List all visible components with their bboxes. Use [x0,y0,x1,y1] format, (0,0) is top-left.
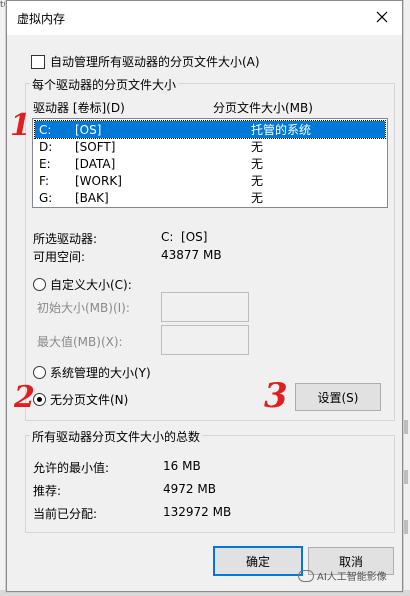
background-scroll-mark [404,420,408,434]
drive-paging-size: 无 [251,191,264,205]
selected-drive-value: C: [OS] [161,230,208,244]
recommended-value: 4972 MB [163,482,216,496]
background-scroll-mark [404,520,408,534]
drive-row-g[interactable]: G: [BAK] 无 [35,189,385,206]
current-allocated-value: 132972 MB [163,505,232,519]
drive-list[interactable]: C: [OS] 托管的系统 D: [SOFT] 无 E: [DATA] 无 F:… [32,118,388,208]
drive-volume-label: [BAK] [75,190,109,205]
min-allowed-value: 16 MB [163,459,201,473]
custom-size-radio[interactable]: 自定义大小(C): [33,276,132,293]
selected-drive-label: 所选驱动器: [33,232,98,246]
totals-group-label: 所有驱动器分页文件大小的总数 [30,428,203,445]
ok-button[interactable]: 确定 [213,546,303,576]
no-paging-radio[interactable]: 无分页文件(N) [33,391,128,408]
drive-paging-size: 无 [251,174,264,188]
drive-paging-size: 无 [251,140,264,154]
drive-letter: E: [39,156,51,171]
system-managed-label: 系统管理的大小(Y) [50,366,151,380]
background-scroll-mark [404,470,408,484]
close-icon [376,11,388,23]
current-allocated-label: 当前已分配: [33,507,98,521]
drive-volume-label: [WORK] [75,173,122,188]
drive-letter: D: [39,139,53,154]
dialog-title: 虚拟内存 [17,12,66,26]
max-size-input[interactable] [161,325,249,355]
close-button[interactable] [368,5,396,29]
max-size-label: 最大值(MB)(X): [37,335,123,349]
list-header-size[interactable]: 分页文件大小(MB) [213,99,313,116]
red-annotation-1: 1 [10,108,31,143]
drive-volume-label: [DATA] [75,156,116,171]
initial-size-label: 初始大小(MB)(I): [37,301,130,315]
drive-paging-size: 无 [251,157,264,171]
drive-row-f[interactable]: F: [WORK] 无 [35,172,385,189]
watermark: AI人工智能影像 [298,568,387,583]
drive-letter: F: [39,173,50,188]
radio-circle [33,278,46,291]
wechat-icon [298,569,314,582]
red-annotation-3: 3 [264,376,288,416]
drive-volume-label: [OS] [75,122,102,137]
list-header-drive[interactable]: 驱动器 [卷标](D) [33,99,125,116]
custom-size-label: 自定义大小(C): [50,278,132,292]
system-managed-radio[interactable]: 系统管理的大小(Y) [33,364,151,381]
auto-manage-checkbox[interactable]: 自动管理所有驱动器的分页文件大小(A) [31,53,260,70]
no-paging-label: 无分页文件(N) [50,393,129,407]
checkbox-box [31,54,45,69]
auto-manage-label: 自动管理所有驱动器的分页文件大小(A) [50,55,260,69]
per-drive-group-label: 每个驱动器的分页文件大小 [30,76,179,93]
drive-volume-label: [SOFT] [75,139,116,154]
set-button[interactable]: 设置(S) [295,383,381,411]
recommended-label: 推荐: [33,484,62,498]
radio-circle [33,366,46,379]
drive-paging-size: 托管的系统 [251,123,312,137]
free-space-value: 43877 MB [161,248,222,262]
initial-size-input[interactable] [161,292,249,322]
min-allowed-label: 允许的最小值: [33,461,110,475]
drive-letter: G: [39,190,53,205]
virtual-memory-dialog: 虚拟内存 自动管理所有驱动器的分页文件大小(A) 每个驱动器的分页文件大小 驱动… [6,0,403,592]
drive-row-c[interactable]: C: [OS] 托管的系统 [34,120,386,139]
free-space-label: 可用空间: [33,250,86,264]
drive-row-e[interactable]: E: [DATA] 无 [35,155,385,172]
drive-letter: C: [39,122,52,137]
red-annotation-2: 2 [14,380,35,415]
drive-row-d[interactable]: D: [SOFT] 无 [35,138,385,155]
watermark-text: AI人工智能影像 [317,572,387,583]
title-bar: 虚拟内存 [7,1,402,35]
